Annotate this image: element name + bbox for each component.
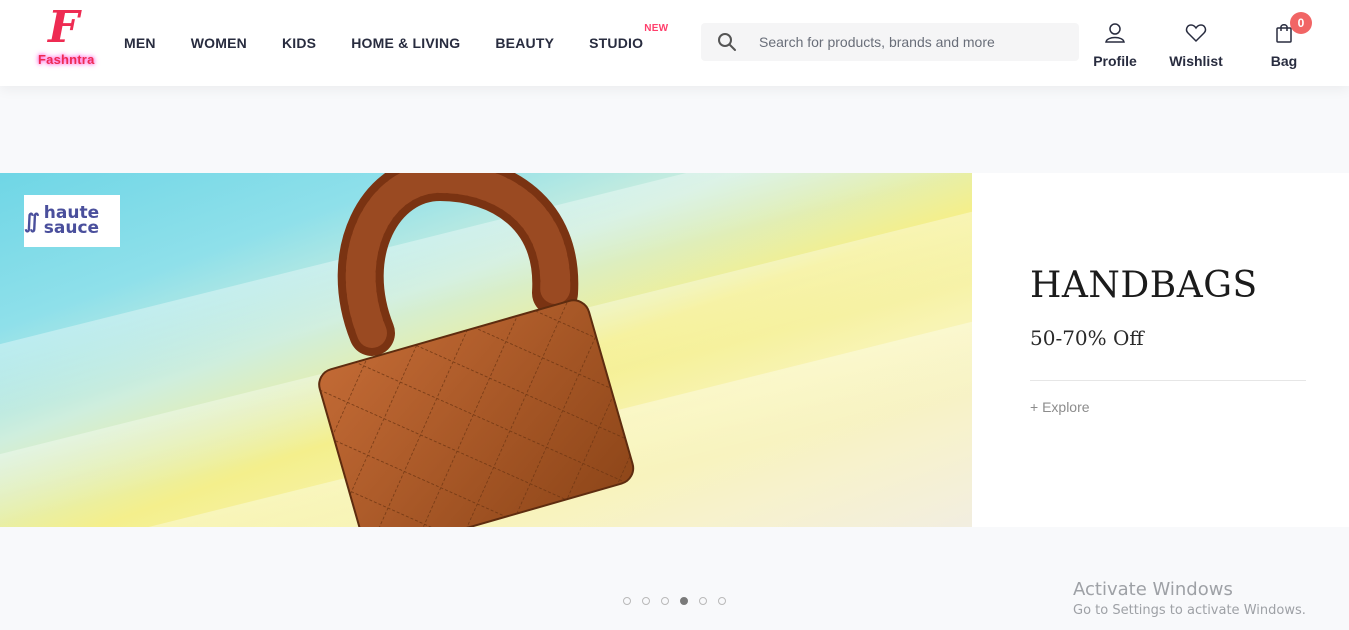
bag-label: Bag <box>1270 53 1298 69</box>
logo-text: Fashntra <box>38 52 95 67</box>
banner-image: ∬ haute sauce <box>0 173 972 527</box>
promo-divider <box>1030 380 1306 381</box>
carousel-dot[interactable] <box>661 597 669 605</box>
promo-headline: HANDBAGS <box>1030 265 1258 306</box>
carousel-dot[interactable] <box>680 597 688 605</box>
carousel-dot[interactable] <box>642 597 650 605</box>
promo-discount: 50-70% Off <box>1030 326 1144 350</box>
nav-item-kids[interactable]: KIDS <box>282 35 316 51</box>
search-icon[interactable] <box>701 23 753 61</box>
brand-logo[interactable]: F Fashntra <box>36 2 106 72</box>
search-input[interactable] <box>759 34 1069 50</box>
explore-link[interactable]: + Explore <box>1030 399 1306 415</box>
nav-item-men[interactable]: MEN <box>124 35 156 51</box>
promo-panel: HANDBAGS 50-70% Off + Explore <box>1030 265 1306 415</box>
carousel-dots <box>623 597 737 605</box>
windows-activation-watermark: Activate Windows Go to Settings to activ… <box>1073 579 1306 618</box>
handbag-image <box>318 173 635 527</box>
nav-item-women[interactable]: WOMEN <box>191 35 247 51</box>
wishlist-label: Wishlist <box>1169 53 1223 69</box>
hero-banner[interactable]: ∬ haute sauce HANDBAGS 50-70% Off + Expl… <box>0 173 1349 527</box>
nav-item-studio-label: STUDIO <box>589 35 644 51</box>
heart-icon <box>1185 22 1207 49</box>
bag-count-badge: 0 <box>1290 12 1312 34</box>
nav-item-home-living[interactable]: HOME & LIVING <box>351 35 460 51</box>
watermark-subtitle: Go to Settings to activate Windows. <box>1073 603 1306 618</box>
profile-label: Profile <box>1093 53 1137 69</box>
main-nav: MEN WOMEN KIDS HOME & LIVING BEAUTY STUD… <box>124 0 678 86</box>
carousel-dot[interactable] <box>718 597 726 605</box>
search-bar <box>701 23 1079 61</box>
nav-item-studio[interactable]: STUDIO NEW <box>589 23 668 51</box>
wishlist-button[interactable]: Wishlist <box>1166 22 1226 69</box>
profile-button[interactable]: Profile <box>1087 22 1143 69</box>
logo-mark: F <box>48 2 80 53</box>
carousel-dot[interactable] <box>699 597 707 605</box>
watermark-title: Activate Windows <box>1073 579 1233 600</box>
site-header: F Fashntra MEN WOMEN KIDS HOME & LIVING … <box>0 0 1349 86</box>
profile-icon <box>1104 22 1126 49</box>
carousel-dot[interactable] <box>623 597 631 605</box>
bag-button[interactable]: Bag 0 <box>1264 12 1312 69</box>
new-badge: NEW <box>644 23 669 34</box>
nav-item-beauty[interactable]: BEAUTY <box>495 35 554 51</box>
